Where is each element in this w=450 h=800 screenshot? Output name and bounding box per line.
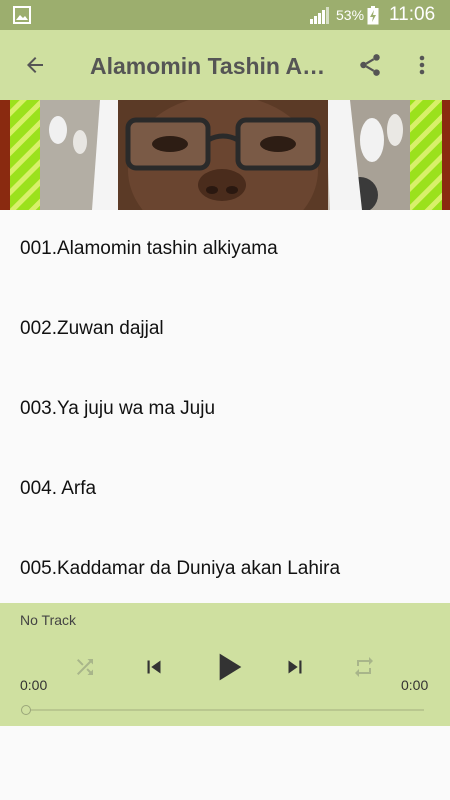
battery-percent: 53%	[336, 7, 365, 23]
track-title: 002.Zuwan dajjal	[20, 318, 164, 339]
shuffle-button[interactable]	[66, 648, 104, 686]
skip-next-icon	[288, 660, 302, 674]
status-clock: 11:06	[389, 4, 436, 25]
seek-thumb[interactable]	[21, 705, 31, 715]
share-icon	[360, 54, 380, 76]
bottom-area	[0, 726, 450, 800]
total-duration: 0:00	[401, 677, 429, 693]
seek-bar[interactable]	[26, 709, 424, 711]
back-arrow-icon	[27, 57, 43, 73]
track-title: 003.Ya juju wa ma Juju	[20, 398, 216, 419]
play-icon	[219, 653, 242, 681]
shuffle-icon	[77, 659, 93, 675]
track-item[interactable]: 003.Ya juju wa ma Juju	[0, 370, 450, 450]
status-bar: 53% 11:06	[0, 0, 450, 30]
banner-image	[0, 100, 450, 210]
app-toolbar: Alamomin Tashin Alkiyama	[0, 30, 450, 100]
skip-previous-icon	[147, 660, 161, 674]
next-button[interactable]	[275, 647, 315, 687]
track-list: 001.Alamomin tashin alkiyama 002.Zuwan d…	[0, 210, 450, 603]
music-player: No Track 0:00 0:00	[0, 603, 450, 726]
previous-button[interactable]	[134, 647, 174, 687]
elapsed-time: 0:00	[20, 677, 48, 693]
track-title: 001.Alamomin tashin alkiyama	[20, 238, 278, 259]
track-item[interactable]: 004. Arfa	[0, 450, 450, 530]
track-item[interactable]: 001.Alamomin tashin alkiyama	[0, 210, 450, 290]
track-title: 005.Kaddamar da Duniya akan Lahira	[20, 558, 341, 579]
now-playing-label: No Track	[20, 612, 77, 628]
share-button[interactable]	[349, 44, 391, 86]
play-button[interactable]	[203, 642, 253, 692]
gallery-icon	[13, 6, 31, 24]
track-item[interactable]: 002.Zuwan dajjal	[0, 290, 450, 370]
track-item[interactable]: 005.Kaddamar da Duniya akan Lahira	[0, 530, 450, 603]
track-title: 004. Arfa	[20, 478, 97, 499]
page-title: Alamomin Tashin Alkiyama	[90, 53, 330, 79]
repeat-button[interactable]	[345, 648, 383, 686]
signal-icon	[310, 7, 329, 24]
more-vert-icon	[419, 55, 425, 75]
more-options-button[interactable]	[406, 44, 438, 86]
back-button[interactable]	[14, 44, 56, 86]
battery-charging-icon	[367, 6, 379, 25]
repeat-icon	[355, 657, 373, 677]
